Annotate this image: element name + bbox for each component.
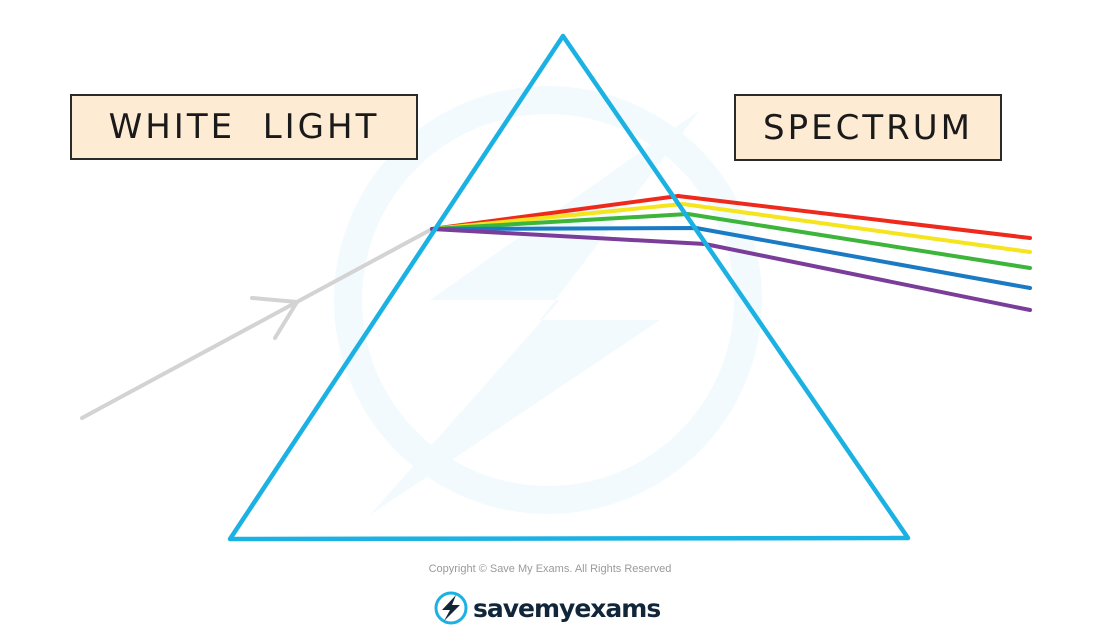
watermark-icon: [334, 86, 762, 515]
lightning-bolt-circle-icon: [434, 591, 468, 625]
spectrum-label: SPECTRUM: [734, 94, 1002, 161]
brand-logo: savemyexams: [433, 588, 673, 628]
brand-name: savemyexams: [473, 593, 661, 623]
copyright-text: Copyright © Save My Exams. All Rights Re…: [428, 563, 672, 575]
prism-dispersion-diagram: WHITE LIGHT SPECTRUM Copyright © Save My…: [0, 0, 1100, 640]
white-light-label: WHITE LIGHT: [70, 94, 418, 160]
